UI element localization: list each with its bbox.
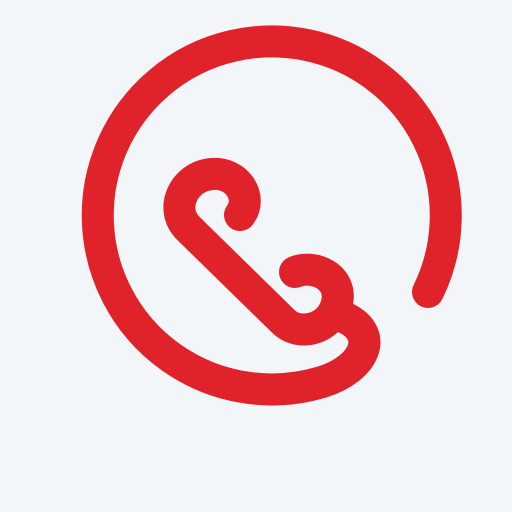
phone-handset-circle-logo-icon [81, 25, 462, 406]
app-icon-canvas [0, 0, 512, 512]
outer-ring-arc [81, 25, 462, 406]
phone-handset-curve [163, 158, 381, 398]
